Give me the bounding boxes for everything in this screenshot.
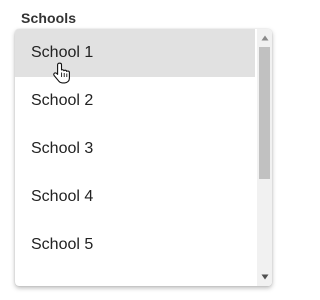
- option-label: School 1: [31, 44, 94, 61]
- option-school-2[interactable]: School 2: [15, 77, 255, 125]
- schools-select-screen: Schools School 1 School 2 School 3 Schoo…: [0, 0, 285, 300]
- option-label: School 4: [31, 188, 94, 205]
- triangle-down-icon: [261, 274, 268, 280]
- option-school-5[interactable]: School 5: [15, 221, 255, 269]
- option-school-1[interactable]: School 1: [15, 29, 255, 77]
- option-label: School 3: [31, 140, 94, 157]
- options-list: School 1 School 2 School 3 School 4 Scho…: [15, 29, 255, 269]
- schools-label: Schools: [21, 10, 77, 26]
- scroll-down-button[interactable]: [257, 270, 272, 284]
- triangle-up-icon: [261, 35, 268, 41]
- option-label: School 2: [31, 92, 94, 109]
- scroll-up-button[interactable]: [257, 31, 272, 45]
- option-school-4[interactable]: School 4: [15, 173, 255, 221]
- option-school-3[interactable]: School 3: [15, 125, 255, 173]
- option-label: School 5: [31, 236, 94, 253]
- schools-dropdown-list[interactable]: School 1 School 2 School 3 School 4 Scho…: [15, 29, 272, 286]
- scroll-thumb[interactable]: [259, 47, 270, 179]
- vertical-scrollbar[interactable]: [257, 29, 272, 286]
